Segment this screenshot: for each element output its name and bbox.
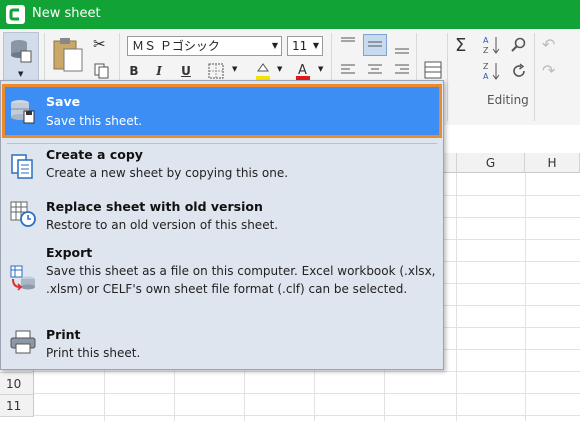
svg-text:Z: Z bbox=[483, 46, 489, 55]
svg-text:A: A bbox=[483, 36, 489, 45]
copy-icon[interactable] bbox=[94, 63, 110, 79]
menu-item-description: Save this sheet as a file on this comput… bbox=[46, 264, 436, 296]
column-header-h[interactable]: H bbox=[525, 153, 580, 173]
ribbon-separator bbox=[534, 33, 535, 121]
svg-text:A: A bbox=[483, 72, 489, 81]
font-size-value: 11 bbox=[292, 39, 308, 53]
grid-line bbox=[0, 415, 580, 416]
chevron-down-icon: ▼ bbox=[271, 41, 278, 50]
align-bottom-icon[interactable] bbox=[394, 43, 410, 55]
file-menu-dropdown: Save Save this sheet. Create a copy Crea… bbox=[0, 80, 444, 370]
row-header-11[interactable]: 11 bbox=[0, 395, 34, 417]
menu-item-description: Restore to an old version of this sheet. bbox=[46, 218, 279, 232]
font-name-select[interactable]: ＭＳ Ｐゴシック ▼ bbox=[127, 36, 282, 56]
row-header-10[interactable]: 10 bbox=[0, 373, 34, 395]
svg-text:A: A bbox=[298, 63, 307, 78]
align-left-icon[interactable] bbox=[340, 63, 356, 77]
save-icon bbox=[11, 100, 35, 124]
export-icon bbox=[10, 265, 35, 291]
sort-desc-icon[interactable]: Z A bbox=[483, 61, 501, 81]
align-right-icon[interactable] bbox=[394, 63, 410, 77]
svg-text:Z: Z bbox=[483, 62, 489, 71]
menu-item-description: Save this sheet. bbox=[46, 114, 143, 128]
redo-icon[interactable]: ↷ bbox=[542, 61, 555, 80]
font-size-select[interactable]: 11 ▼ bbox=[287, 36, 323, 56]
find-icon[interactable] bbox=[511, 37, 527, 53]
chevron-down-icon: ▼ bbox=[18, 70, 24, 78]
paste-icon[interactable] bbox=[52, 37, 84, 73]
chevron-down-icon[interactable]: ▼ bbox=[232, 65, 237, 73]
file-menu-icon bbox=[11, 40, 32, 63]
align-middle-icon bbox=[368, 41, 382, 47]
window-title: New sheet bbox=[32, 6, 101, 21]
grid-line bbox=[456, 173, 457, 421]
grid-line bbox=[0, 371, 580, 372]
sum-icon[interactable]: Σ bbox=[455, 35, 466, 56]
app-logo-icon bbox=[6, 5, 25, 24]
chevron-down-icon: ▼ bbox=[312, 41, 319, 50]
menu-item-label: Create a copy bbox=[46, 147, 143, 162]
menu-item-create-copy[interactable]: Create a copy Create a new sheet by copy… bbox=[2, 145, 442, 191]
file-menu-button[interactable]: ▼ bbox=[3, 32, 39, 82]
wrap-icon[interactable] bbox=[424, 61, 442, 79]
menu-item-description: Print this sheet. bbox=[46, 346, 141, 360]
fill-color-icon[interactable] bbox=[254, 61, 272, 81]
sort-asc-icon[interactable]: A Z bbox=[483, 35, 501, 55]
italic-button[interactable]: I bbox=[150, 62, 168, 80]
align-top-icon[interactable] bbox=[340, 37, 356, 49]
column-header-g[interactable]: G bbox=[457, 153, 525, 173]
grid-line bbox=[0, 393, 580, 394]
ribbon-separator bbox=[447, 33, 448, 121]
menu-item-print[interactable]: Print Print this sheet. bbox=[2, 325, 442, 367]
copy-sheet-icon bbox=[11, 154, 33, 179]
menu-item-label: Save bbox=[46, 94, 81, 109]
align-center-icon[interactable] bbox=[367, 63, 383, 77]
title-bar: New sheet bbox=[0, 0, 580, 29]
history-icon bbox=[10, 201, 36, 227]
menu-item-description: Create a new sheet by copying this one. bbox=[46, 166, 289, 180]
chevron-down-icon[interactable]: ▼ bbox=[318, 65, 323, 73]
bold-button[interactable]: B bbox=[125, 62, 143, 80]
menu-item-label: Replace sheet with old version bbox=[46, 199, 263, 214]
editing-group-label: Editing bbox=[487, 93, 529, 107]
menu-item-label: Export bbox=[46, 245, 93, 260]
grid-line bbox=[525, 173, 526, 421]
align-middle-button[interactable] bbox=[363, 34, 387, 56]
font-color-icon[interactable]: A bbox=[294, 61, 312, 81]
font-name-value: ＭＳ Ｐゴシック bbox=[132, 39, 220, 53]
menu-separator bbox=[7, 143, 437, 144]
menu-item-replace-old-version[interactable]: Replace sheet with old version Restore t… bbox=[2, 197, 442, 243]
refresh-icon[interactable] bbox=[511, 63, 527, 79]
underline-button[interactable]: U bbox=[177, 62, 195, 80]
cut-icon[interactable]: ✂ bbox=[93, 35, 106, 53]
menu-item-label: Print bbox=[46, 327, 81, 342]
menu-item-export[interactable]: Export Save this sheet as a file on this… bbox=[2, 243, 442, 319]
print-icon bbox=[10, 330, 36, 354]
menu-item-save[interactable]: Save Save this sheet. bbox=[2, 84, 442, 138]
chevron-down-icon[interactable]: ▼ bbox=[277, 65, 282, 73]
undo-icon[interactable]: ↶ bbox=[542, 35, 555, 54]
border-icon[interactable] bbox=[208, 63, 224, 79]
